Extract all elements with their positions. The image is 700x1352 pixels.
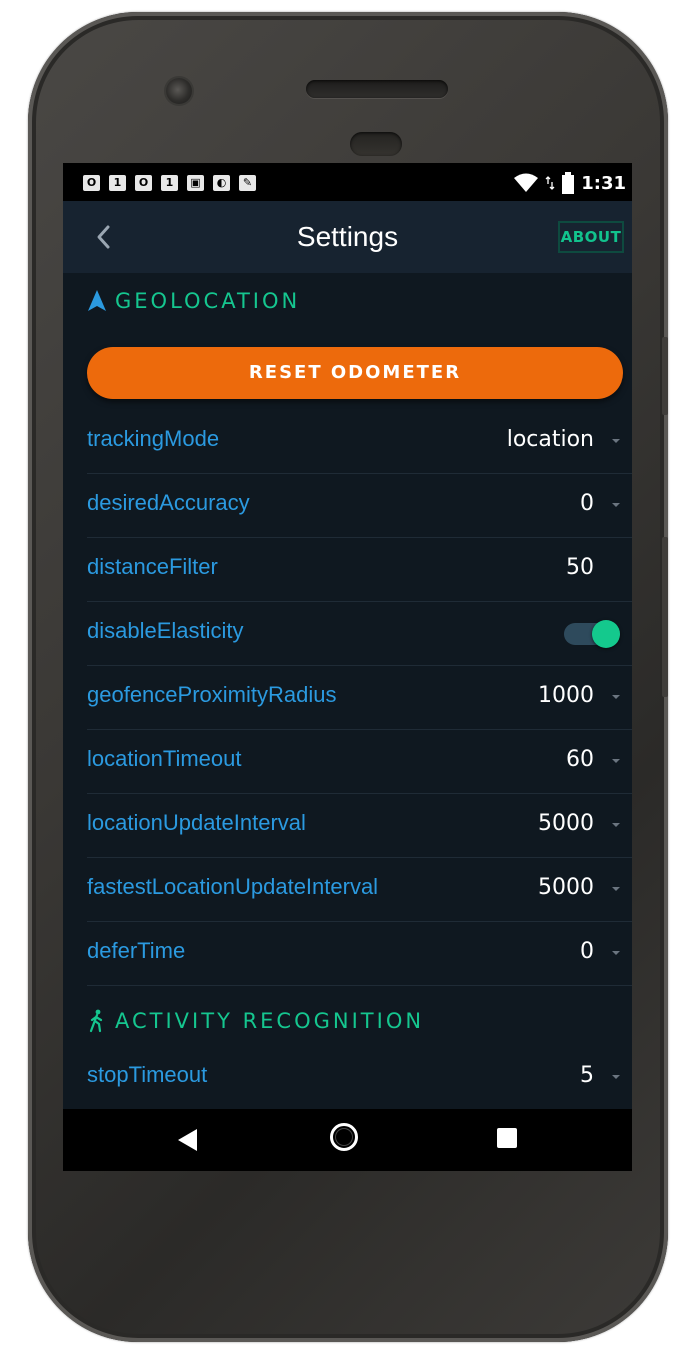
dropdown-caret-icon [612,951,620,955]
walking-person-icon [89,1009,103,1033]
app-bar: Settings ABOUT [63,201,632,273]
setting-row-locationTimeout[interactable]: locationTimeout 60 [87,730,632,794]
setting-row-disableElasticity[interactable]: disableElasticity [87,602,632,666]
setting-label: distanceFilter [87,554,218,579]
data-arrows-icon [545,176,555,190]
setting-row-deferTime[interactable]: deferTime 0 [87,922,632,986]
setting-label: geofenceProximityRadius [87,682,337,707]
setting-label: fastestLocationUpdateInterval [87,874,379,899]
setting-label: locationUpdateInterval [87,810,306,835]
nav-recents-icon[interactable] [497,1128,517,1148]
setting-label: disableElasticity [87,618,244,643]
setting-label: desiredAccuracy [87,490,250,515]
clock: 1:31 [581,172,626,194]
notification-icon: ◐ [213,175,230,191]
notification-icon: ✎ [239,175,256,191]
section-title: ACTIVITY RECOGNITION [115,1009,425,1033]
about-button[interactable]: ABOUT [558,221,624,253]
elasticity-toggle[interactable] [564,620,620,648]
system-nav-bar [63,1109,632,1171]
proximity-sensor [350,132,402,156]
setting-label: deferTime [87,938,186,963]
setting-value[interactable]: 5000 [538,811,594,836]
settings-list[interactable]: GEOLOCATION RESET ODOMETER trackingMode … [63,273,632,1109]
notification-icon: O [83,175,100,191]
notification-icon: 1 [109,175,126,191]
status-right: 1:31 [513,171,626,195]
reset-odometer-button[interactable]: RESET ODOMETER [87,347,623,399]
dropdown-caret-icon [612,503,620,507]
dropdown-caret-icon [612,823,620,827]
navigation-arrow-icon [88,290,106,311]
setting-row-geofenceProximityRadius[interactable]: geofenceProximityRadius 1000 [87,666,632,730]
setting-row-fastestLocationUpdateInterval[interactable]: fastestLocationUpdateInterval 5000 [87,858,632,922]
screen: O 1 O 1 ▣ ◐ ✎ 1:31 Settings ABOUT GEOLOC… [63,163,632,1171]
setting-value[interactable]: 0 [580,939,594,964]
section-header-geolocation: GEOLOCATION [87,289,300,313]
notification-icons: O 1 O 1 ▣ ◐ ✎ [83,175,256,191]
setting-row-stopTimeout[interactable]: stopTimeout 5 [87,1046,632,1109]
front-camera [166,78,192,104]
earpiece-speaker [306,80,448,98]
setting-row-locationUpdateInterval[interactable]: locationUpdateInterval 5000 [87,794,632,858]
nav-home-icon[interactable] [330,1123,358,1151]
section-header-activity: ACTIVITY RECOGNITION [87,1009,424,1033]
page-title: Settings [296,221,399,252]
setting-label: trackingMode [87,426,220,451]
setting-label: stopTimeout [87,1062,208,1087]
setting-row-desiredAccuracy[interactable]: desiredAccuracy 0 [87,474,632,538]
setting-row-distanceFilter[interactable]: distanceFilter 50 [87,538,632,602]
dropdown-caret-icon [612,759,620,763]
setting-value[interactable]: 0 [580,491,594,516]
notification-icon: O [135,175,152,191]
status-bar: O 1 O 1 ▣ ◐ ✎ 1:31 [63,163,632,201]
setting-value[interactable]: 5000 [538,875,594,900]
setting-value[interactable]: 1000 [538,683,594,708]
volume-button [662,537,668,697]
notification-icon: ▣ [187,175,204,191]
battery-icon [562,172,575,194]
power-button [662,337,668,415]
nav-back-icon[interactable] [175,1127,201,1153]
dropdown-caret-icon [612,695,620,699]
wifi-icon [514,173,539,192]
dropdown-caret-icon [612,439,620,443]
toggle-knob [592,620,620,648]
setting-row-trackingMode[interactable]: trackingMode location [87,410,632,474]
notification-icon: 1 [161,175,178,191]
section-title: GEOLOCATION [115,289,301,313]
setting-value[interactable]: 5 [580,1063,594,1088]
setting-value[interactable]: location [507,427,594,452]
setting-input[interactable]: 50 [566,555,594,580]
dropdown-caret-icon [612,887,620,891]
setting-label: locationTimeout [87,746,242,771]
setting-value[interactable]: 60 [566,747,594,772]
dropdown-caret-icon [612,1075,620,1079]
